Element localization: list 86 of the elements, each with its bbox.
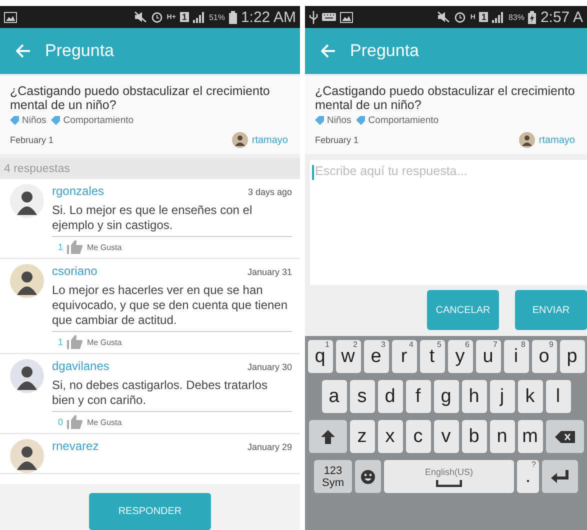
tag-icon xyxy=(315,116,324,125)
text-cursor xyxy=(312,165,314,180)
alarm-clock-icon xyxy=(150,11,163,23)
tag-icon xyxy=(356,116,366,125)
answer-date: January 31 xyxy=(247,267,292,277)
tag-icon xyxy=(10,116,19,125)
like-label[interactable]: Me Gusta xyxy=(87,338,122,346)
tag-label[interactable]: Niños xyxy=(327,115,352,126)
keyboard-key[interactable]: z xyxy=(350,420,374,453)
keyboard-key[interactable]: s xyxy=(350,380,374,413)
answer-date: January 29 xyxy=(247,442,292,452)
usb-icon xyxy=(309,10,318,24)
clock-time: 2:57 A xyxy=(540,8,583,26)
battery-percent: 83% xyxy=(508,12,524,22)
mute-icon xyxy=(437,11,450,23)
keyboard-key[interactable]: x xyxy=(378,420,402,453)
keyboard-key[interactable]: b xyxy=(462,420,486,453)
keyboard-key[interactable]: d xyxy=(378,380,402,413)
keyboard-key[interactable] xyxy=(308,420,346,453)
keyboard-icon xyxy=(322,13,336,21)
keyboard-key[interactable]: n xyxy=(490,420,514,453)
keyboard-key[interactable]: k xyxy=(518,380,542,413)
tag-label[interactable]: Comportamiento xyxy=(368,115,439,126)
answer-date: 3 days ago xyxy=(248,187,292,197)
signal-icon xyxy=(192,12,205,22)
answer-text: Si, no debes castigarlos. Debes tratarlos bien y con cariño. xyxy=(52,378,292,412)
image-icon xyxy=(4,12,17,22)
question-text: ¿Castigando puedo obstaculizar el crecimiento mental de un niño? xyxy=(10,84,271,112)
spacebar-icon xyxy=(436,480,462,486)
answers-count: 4 respuestas xyxy=(0,158,300,179)
keyboard-key[interactable] xyxy=(355,460,381,493)
keyboard-key[interactable]: a xyxy=(322,380,346,413)
answer-text: Lo mejor es hacerles ver en que se han equivocado, y que se den cuenta que tienen que cambiar de actitud. xyxy=(52,283,292,332)
keyboard-key[interactable] xyxy=(546,420,584,453)
sim-indicator: 1 xyxy=(479,12,488,22)
avatar-icon xyxy=(10,359,44,393)
thumbs-up-icon[interactable] xyxy=(67,415,84,429)
answer-text: Si. Lo mejor es que le enseñes con el ejemplo y sin castigos. xyxy=(52,203,292,237)
smiley-icon xyxy=(361,470,375,484)
clock-time: 1:22 AM xyxy=(240,8,296,26)
tag-label[interactable]: Comportamiento xyxy=(63,115,134,126)
battery-percent: 51% xyxy=(208,12,225,22)
back-arrow-icon[interactable] xyxy=(321,44,336,58)
screen-title: Pregunta xyxy=(45,41,114,61)
keyboard-key[interactable]: ? . xyxy=(517,460,539,493)
signal-icon xyxy=(492,12,504,22)
keyboard-key[interactable]: p xyxy=(560,340,584,373)
like-label[interactable]: Me Gusta xyxy=(87,242,122,252)
keyboard-key[interactable]: g xyxy=(434,380,458,413)
keyboard-key[interactable]: English(US) xyxy=(384,460,514,493)
like-count: 0 xyxy=(58,417,64,427)
enter-arrow-icon xyxy=(551,470,569,483)
question-text: ¿Castigando puedo obstaculizar el crecimiento mental de un niño? xyxy=(315,84,575,112)
tag-icon xyxy=(51,116,60,125)
avatar-icon xyxy=(232,132,248,148)
alarm-clock-icon xyxy=(454,11,466,23)
backspace-icon xyxy=(554,430,574,442)
mute-icon xyxy=(134,11,147,23)
avatar-icon xyxy=(10,264,44,298)
image-icon xyxy=(340,12,353,22)
keyboard-key[interactable]: v xyxy=(434,420,458,453)
avatar-icon xyxy=(10,184,44,218)
like-label[interactable]: Me Gusta xyxy=(87,418,122,426)
thumbs-up-icon[interactable] xyxy=(67,240,84,254)
keyboard-key[interactable]: m xyxy=(518,420,542,453)
question-date: February 1 xyxy=(315,135,359,145)
back-arrow-icon[interactable] xyxy=(16,44,31,58)
keyboard-key[interactable]: f xyxy=(406,380,430,413)
keyboard-key[interactable] xyxy=(542,460,578,493)
avatar-icon xyxy=(10,439,44,473)
tag-label[interactable]: Niños xyxy=(22,115,46,126)
screen-title: Pregunta xyxy=(350,41,419,61)
thumbs-up-icon[interactable] xyxy=(67,335,84,349)
like-count: 1 xyxy=(58,242,64,252)
keyboard-key[interactable]: j xyxy=(490,380,514,413)
answer-date: January 30 xyxy=(247,362,292,372)
answer-field[interactable]: Escribe aquí tu respuesta... xyxy=(310,160,587,285)
shift-arrow-icon xyxy=(320,430,334,444)
keyboard-key[interactable]: l xyxy=(546,380,570,413)
keyboard-key[interactable]: 123 Sym xyxy=(314,460,352,493)
keyboard-key[interactable]: c xyxy=(406,420,430,453)
keyboard-key[interactable]: h xyxy=(462,380,486,413)
sim-indicator: 1 xyxy=(180,12,189,22)
avatar-icon xyxy=(518,132,535,148)
question-date: February 1 xyxy=(10,135,54,145)
like-count: 1 xyxy=(58,337,64,347)
